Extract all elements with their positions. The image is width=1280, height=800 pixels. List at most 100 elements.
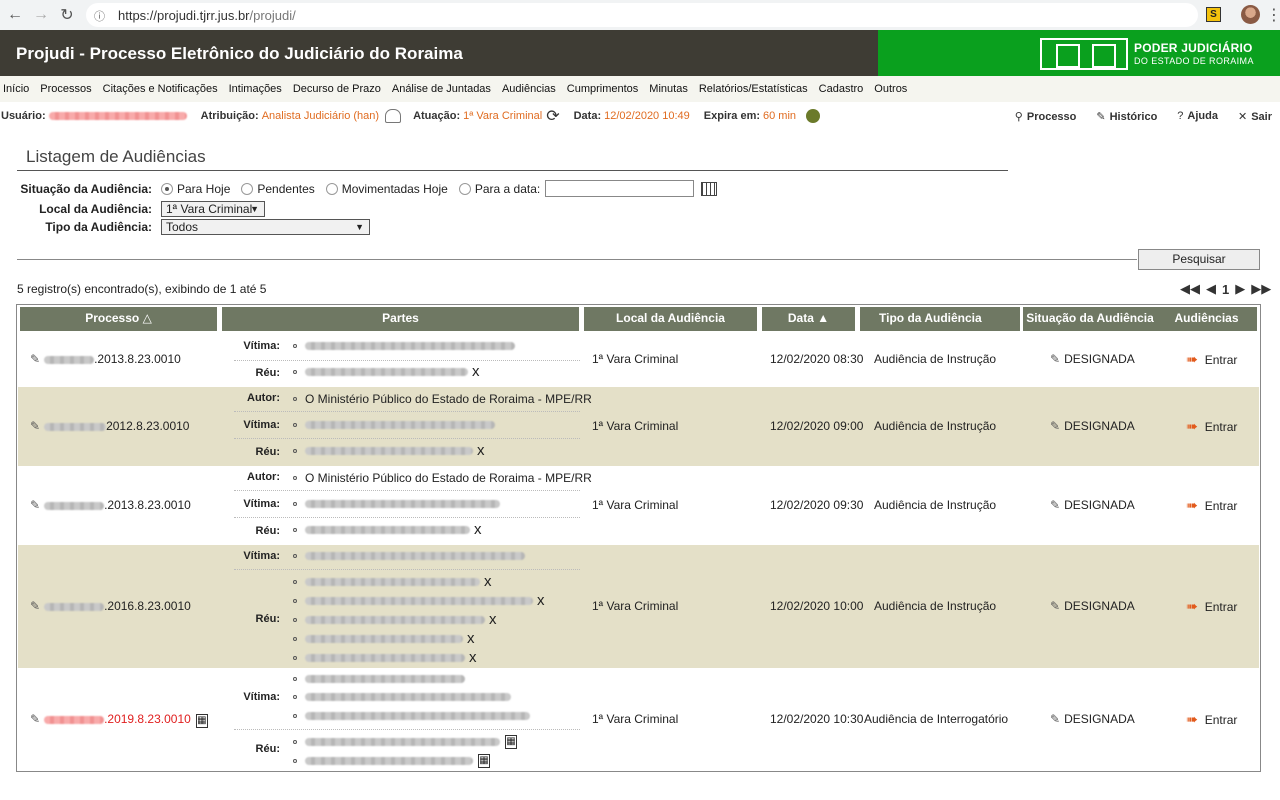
entrar-link[interactable]: ➠ Entrar <box>1186 351 1237 368</box>
radio-button[interactable] <box>458 182 471 195</box>
radio-para-a-data[interactable]: Para a data: <box>458 182 540 196</box>
pencil-icon: ✎ <box>30 419 41 433</box>
atuacao-value[interactable]: 1ª Vara Criminal <box>463 110 542 122</box>
link-ajuda[interactable]: ? Ajuda <box>1177 110 1218 122</box>
radio-para-hoje[interactable]: Para Hoje <box>161 182 230 196</box>
entrar-link[interactable]: ➠ Entrar <box>1186 418 1237 435</box>
col-local: Local da Audiência <box>584 307 757 331</box>
expira-label: Expira em: <box>703 110 761 122</box>
forward-icon[interactable]: → <box>30 4 52 26</box>
menu-item-juntadas[interactable]: Análise de Juntadas <box>392 83 491 95</box>
bug-report-icon[interactable] <box>806 109 821 123</box>
defendant-icon[interactable]: x <box>467 631 475 646</box>
situacao-cell[interactable]: ✎ DESIGNADA <box>1050 498 1135 512</box>
redacted-name <box>305 597 533 605</box>
prisoner-icon[interactable]: ▦ <box>505 735 517 749</box>
link-sair[interactable]: ✕ Sair <box>1238 110 1272 123</box>
party-item: x <box>293 593 545 608</box>
date-input[interactable] <box>545 180 695 197</box>
radio-movimentadas-hoje[interactable]: Movimentadas Hoje <box>325 181 448 196</box>
situacao-cell[interactable]: ✎ DESIGNADA <box>1050 419 1135 433</box>
address-bar[interactable]: ⓘ https://projudi.tjrr.jus.br/projudi/ <box>86 3 1198 27</box>
entrar-link[interactable]: ➠ Entrar <box>1186 497 1237 514</box>
redacted-name <box>305 342 515 350</box>
processo-cell[interactable]: ✎ .2013.8.23.0010 <box>30 498 191 512</box>
prev-page-icon[interactable]: ◀ <box>1206 281 1216 297</box>
table-row: ✎ .2016.8.23.0010 Vítima: Réu: x x x x x … <box>18 545 1259 668</box>
row-divider <box>234 569 580 570</box>
link-historico[interactable]: ✎ Histórico <box>1096 110 1157 123</box>
radio-label: Movimentadas Hoje <box>341 181 448 196</box>
menu-item-cumprimentos[interactable]: Cumprimentos <box>567 83 639 95</box>
row-divider <box>234 517 580 518</box>
brand-line2: DO ESTADO DE RORAIMA <box>1134 56 1254 66</box>
radio-button[interactable] <box>325 182 338 195</box>
processo-cell[interactable]: ✎ .2013.8.23.0010 <box>30 352 181 366</box>
calendar-icon[interactable] <box>701 181 718 196</box>
title-divider <box>17 170 1008 171</box>
link-processo[interactable]: ⚲ Processo <box>1015 110 1077 123</box>
search-button[interactable]: Pesquisar <box>1138 249 1260 270</box>
defendant-icon[interactable]: x <box>472 364 480 379</box>
atribuicao-value[interactable]: Analista Judiciário (han) <box>262 110 379 122</box>
top-links: ⚲ Processo ✎ Histórico ? Ajuda ✕ Sair <box>995 104 1272 128</box>
menu-item-minutas[interactable]: Minutas <box>649 83 688 95</box>
col-data[interactable]: Data ▲ <box>762 307 855 331</box>
next-page-icon[interactable]: ▶ <box>1235 281 1245 297</box>
processo-cell[interactable]: ✎ .2019.8.23.0010 ▦ <box>30 712 208 728</box>
bullet-icon <box>293 528 297 532</box>
situacao-cell[interactable]: ✎ DESIGNADA <box>1050 352 1135 366</box>
change-role-icon[interactable] <box>385 109 402 123</box>
prisoner-icon[interactable]: ▦ <box>478 754 490 768</box>
menu-item-intimacoes[interactable]: Intimações <box>229 83 282 95</box>
radio-button[interactable] <box>161 182 173 195</box>
defendant-icon[interactable]: x <box>489 612 497 627</box>
tipo-select[interactable]: Todos ▼ <box>161 219 370 235</box>
tipo-cell: Audiência de Instrução <box>874 498 997 512</box>
processo-cell[interactable]: ✎ 2012.8.23.0010 <box>30 419 189 433</box>
menu-item-outros[interactable]: Outros <box>874 83 907 95</box>
defendant-icon[interactable]: x <box>474 522 482 537</box>
bullet-icon <box>293 502 297 506</box>
profile-avatar[interactable] <box>1241 5 1260 24</box>
radio-pendentes[interactable]: Pendentes <box>241 182 315 196</box>
tipo-select-value: Todos <box>166 220 199 234</box>
situacao-value: DESIGNADA <box>1064 352 1135 366</box>
party-item: x <box>293 650 477 665</box>
back-icon[interactable]: ← <box>4 4 26 26</box>
local-select[interactable]: 1ª Vara Criminal ▼ <box>161 201 265 217</box>
menu-item-inicio[interactable]: Início <box>3 83 29 95</box>
entrar-link[interactable]: ➠ Entrar <box>1186 711 1237 728</box>
first-page-icon[interactable]: ◀◀ <box>1180 281 1200 297</box>
processo-cell[interactable]: ✎ .2016.8.23.0010 <box>30 599 191 613</box>
defendant-icon[interactable]: x <box>477 443 485 458</box>
menu-item-audiencias[interactable]: Audiências <box>502 83 556 95</box>
entrar-link[interactable]: ➠ Entrar <box>1186 598 1237 615</box>
menu-item-cadastro[interactable]: Cadastro <box>819 83 864 95</box>
situacao-cell[interactable]: ✎ DESIGNADA <box>1050 712 1135 726</box>
defendant-icon[interactable]: x <box>537 593 545 608</box>
defendant-icon[interactable]: x <box>484 574 492 589</box>
brand-banner: PODER JUDICIÁRIO DO ESTADO DE RORAIMA <box>878 30 1280 76</box>
situacao-cell[interactable]: ✎ DESIGNADA <box>1050 599 1135 613</box>
menu-item-relatorios[interactable]: Relatórios/Estatísticas <box>699 83 808 95</box>
reload-icon[interactable]: ↻ <box>56 4 78 26</box>
menu-item-decurso[interactable]: Decurso de Prazo <box>293 83 381 95</box>
browser-menu-icon[interactable]: ⋮ <box>1266 5 1280 25</box>
extension-icon[interactable]: S <box>1206 7 1221 22</box>
last-page-icon[interactable]: ▶▶ <box>1251 281 1271 297</box>
refresh-icon[interactable]: ⟳ <box>546 106 559 126</box>
radio-button[interactable] <box>241 182 254 195</box>
party-item: ▦ <box>293 735 517 749</box>
defendant-icon[interactable]: x <box>469 650 477 665</box>
bullet-icon <box>293 580 297 584</box>
menu-item-citacoes[interactable]: Citações e Notificações <box>103 83 218 95</box>
col-processo[interactable]: Processo △ <box>20 307 217 331</box>
bullet-icon <box>293 344 297 348</box>
arrow-right-icon: ➠ <box>1186 711 1198 727</box>
info-icon[interactable]: ⓘ <box>94 8 108 23</box>
local-label: Local da Audiência: <box>39 202 152 216</box>
party-item <box>293 500 500 508</box>
col-tipo: Tipo da Audiência <box>860 307 1020 331</box>
menu-item-processos[interactable]: Processos <box>40 83 91 95</box>
